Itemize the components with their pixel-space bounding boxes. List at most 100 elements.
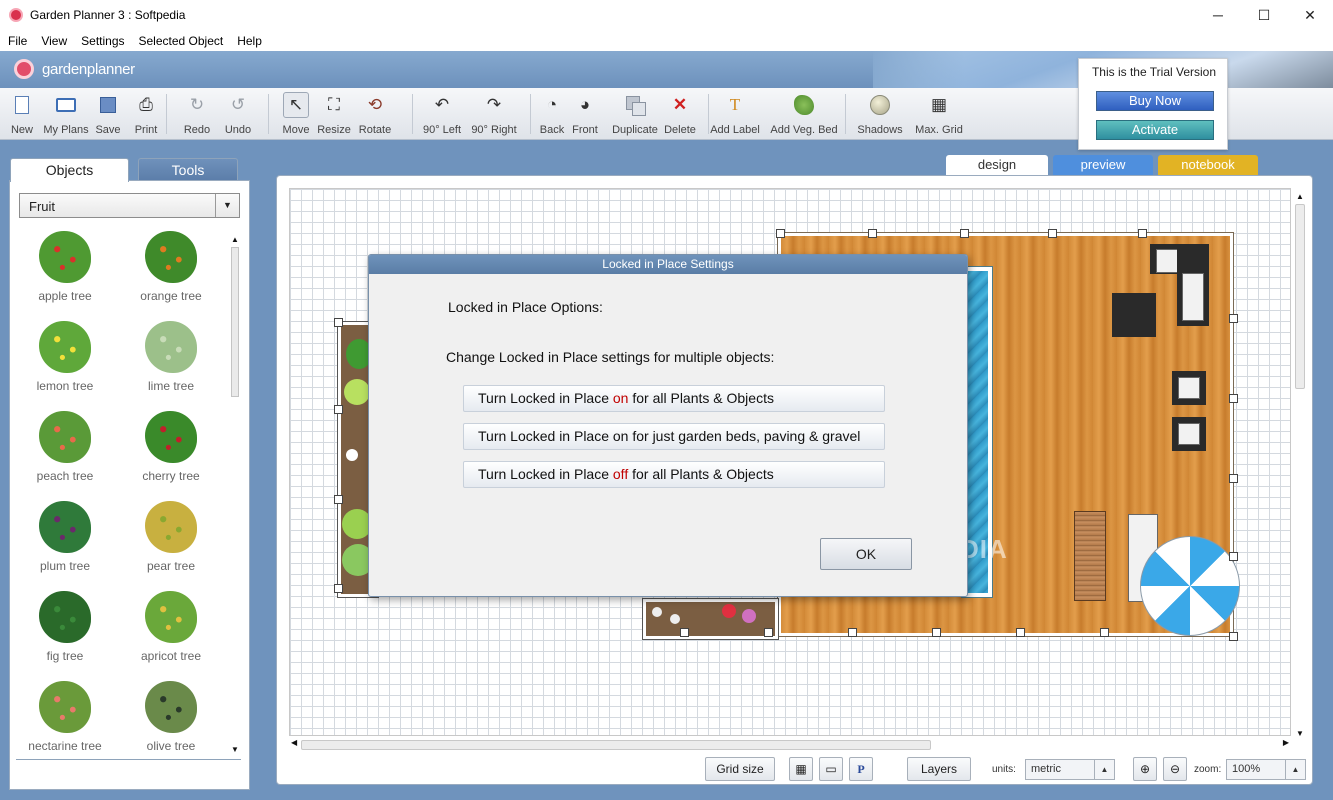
resize-handle[interactable] (1048, 229, 1057, 238)
buy-now-button[interactable]: Buy Now (1096, 91, 1214, 111)
units-select[interactable]: metric ▲ (1025, 759, 1115, 780)
resize-handle[interactable] (1229, 632, 1238, 641)
tab-tools[interactable]: Tools (138, 158, 238, 182)
outdoor-table[interactable] (1112, 293, 1156, 337)
resize-handle[interactable] (334, 405, 343, 414)
resize-handle[interactable] (1229, 394, 1238, 403)
plant-item[interactable]: olive tree (121, 681, 221, 753)
menu-view[interactable]: View (34, 34, 74, 48)
resize-handle[interactable] (960, 229, 969, 238)
print-button[interactable]: ⎙ Print (119, 92, 173, 138)
plant-item[interactable]: apricot tree (121, 591, 221, 679)
menu-selected-object[interactable]: Selected Object (132, 34, 231, 48)
resize-handle[interactable] (1016, 628, 1025, 637)
resize-handle[interactable] (1100, 628, 1109, 637)
chevron-up-icon[interactable]: ▲ (1094, 760, 1114, 779)
resize-handle[interactable] (776, 229, 785, 238)
scroll-right-arrow-icon[interactable]: ▶ (1283, 738, 1289, 747)
resize-handle[interactable] (680, 628, 689, 637)
scroll-down-arrow-icon[interactable]: ▼ (1293, 729, 1307, 738)
resize-handle[interactable] (848, 628, 857, 637)
resize-handle[interactable] (764, 628, 773, 637)
zoom-in-icon[interactable]: ⊕ (1133, 757, 1157, 781)
tab-objects[interactable]: Objects (10, 158, 129, 182)
zoom-select[interactable]: 100% ▲ (1226, 759, 1306, 780)
resize-handle[interactable] (932, 628, 941, 637)
delete-button[interactable]: ✕ Delete (653, 92, 707, 138)
panel-divider (16, 759, 241, 760)
scroll-up-arrow-icon[interactable]: ▲ (229, 235, 241, 245)
chevron-up-icon[interactable]: ▲ (1285, 760, 1305, 779)
ruler-icon[interactable]: ▭ (819, 757, 843, 781)
parasol[interactable] (1140, 536, 1240, 636)
front-button[interactable]: ◕ Front (558, 92, 612, 138)
resize-handle[interactable] (334, 495, 343, 504)
minimize-button[interactable]: ─ (1195, 0, 1241, 30)
maximize-button[interactable]: ☐ (1241, 0, 1287, 30)
ok-button[interactable]: OK (820, 538, 912, 570)
plant-item[interactable]: pear tree (121, 501, 221, 589)
plant-label: pear tree (146, 559, 196, 573)
lock-all-off-button[interactable]: Turn Locked in Place off for all Plants … (463, 461, 885, 488)
lock-beds-on-button[interactable]: Turn Locked in Place on for just garden … (463, 423, 885, 450)
rotate-right-icon: ↷ (486, 95, 502, 114)
resize-handle[interactable] (334, 584, 343, 593)
tab-preview[interactable]: preview (1053, 155, 1153, 175)
scrollbar-thumb[interactable] (231, 247, 239, 397)
plant-item[interactable]: peach tree (15, 411, 115, 499)
tab-notebook[interactable]: notebook (1158, 155, 1258, 175)
plant-item[interactable]: nectarine tree (15, 681, 115, 753)
tab-design[interactable]: design (946, 155, 1048, 175)
resize-handle[interactable] (1229, 314, 1238, 323)
resize-handle[interactable] (1229, 474, 1238, 483)
layers-button[interactable]: Layers (907, 757, 971, 781)
menu-settings[interactable]: Settings (74, 34, 131, 48)
plant-item[interactable]: lime tree (121, 321, 221, 409)
plant-list-scrollbar[interactable]: ▲ ▼ (229, 235, 241, 755)
zoom-out-icon[interactable]: ⊖ (1163, 757, 1187, 781)
plant-label: apricot tree (140, 649, 202, 663)
grid-size-button[interactable]: Grid size (705, 757, 775, 781)
max-grid-button[interactable]: ▦ Max. Grid (912, 92, 966, 138)
menu-file[interactable]: File (1, 34, 34, 48)
garden-bed-bottom[interactable] (642, 598, 779, 640)
plant-item[interactable]: plum tree (15, 501, 115, 589)
plant-thumbnail-icon (145, 501, 197, 553)
activate-button[interactable]: Activate (1096, 120, 1214, 140)
scrollbar-thumb[interactable] (1295, 204, 1305, 389)
p-button[interactable]: P (849, 757, 873, 781)
category-dropdown[interactable]: Fruit ▼ (19, 193, 240, 218)
canvas-horizontal-scrollbar[interactable]: ◀ ▶ (289, 738, 1291, 752)
rotate-button[interactable]: ⟲ Rotate (348, 92, 402, 138)
add-veg-bed-button[interactable]: Add Veg. Bed (770, 92, 838, 138)
scrollbar-thumb[interactable] (301, 740, 931, 750)
scroll-down-arrow-icon[interactable]: ▼ (229, 745, 241, 755)
resize-handle[interactable] (334, 318, 343, 327)
chevron-down-icon[interactable]: ▼ (215, 194, 239, 217)
resize-handle[interactable] (1138, 229, 1147, 238)
close-button[interactable]: ✕ (1287, 0, 1333, 30)
sun-lounger[interactable] (1074, 511, 1106, 601)
plant-item[interactable]: lemon tree (15, 321, 115, 409)
grid-toggle-icon[interactable]: ▦ (789, 757, 813, 781)
menu-help[interactable]: Help (230, 34, 269, 48)
resize-handle[interactable] (868, 229, 877, 238)
undo-label: Undo (224, 124, 252, 136)
plant-item[interactable]: orange tree (121, 231, 221, 319)
plant-thumbnail-icon (145, 321, 197, 373)
rotate-right-button[interactable]: ↷ 90° Right (467, 92, 521, 138)
option-text: for all Plants & Objects (628, 466, 774, 482)
lock-all-on-button[interactable]: Turn Locked in Place on for all Plants &… (463, 385, 885, 412)
rotate-left-button[interactable]: ↶ 90° Left (415, 92, 469, 138)
plant-item[interactable]: fig tree (15, 591, 115, 679)
scroll-left-arrow-icon[interactable]: ◀ (291, 738, 297, 747)
plant-item[interactable]: apple tree (15, 231, 115, 319)
canvas-vertical-scrollbar[interactable]: ▲ ▼ (1293, 192, 1307, 738)
add-label-button[interactable]: T Add Label (708, 92, 762, 138)
plant-item[interactable]: cherry tree (121, 411, 221, 499)
shadows-button[interactable]: Shadows (853, 92, 907, 138)
undo-button[interactable]: ↺ Undo (211, 92, 265, 138)
plant-label: plum tree (39, 559, 91, 573)
scroll-up-arrow-icon[interactable]: ▲ (1293, 192, 1307, 201)
resize-handle[interactable] (1229, 552, 1238, 561)
